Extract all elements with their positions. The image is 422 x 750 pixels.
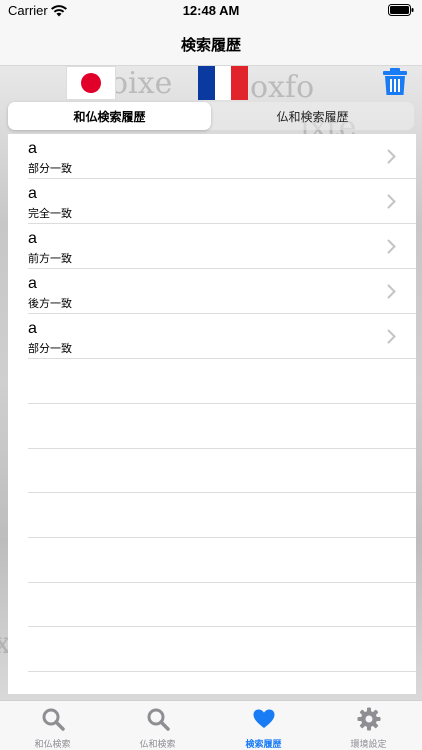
- history-row[interactable]: a 前方一致: [8, 224, 416, 269]
- tab-settings[interactable]: 環境設定: [316, 701, 421, 750]
- segment-jp-fr-history[interactable]: 和仏検索履歴: [8, 102, 211, 130]
- segment-fr-jp-history[interactable]: 仏和検索履歴: [211, 102, 414, 130]
- empty-row-separator: [28, 492, 416, 493]
- empty-row-separator: [28, 537, 416, 538]
- chevron-right-icon: [387, 284, 396, 299]
- history-segmented-control: 和仏検索履歴 仏和検索履歴: [8, 102, 414, 130]
- empty-row-separator: [28, 671, 416, 672]
- empty-row-separator: [28, 403, 416, 404]
- search-icon: [42, 708, 65, 731]
- tab-label: 仏和検索: [139, 740, 176, 750]
- history-match-mode: 完全一致: [28, 207, 72, 220]
- search-icon: [147, 708, 170, 731]
- history-row[interactable]: a 完全一致: [8, 179, 416, 224]
- chevron-right-icon: [387, 194, 396, 209]
- status-bar: Carrier 12:48 AM: [0, 0, 422, 24]
- history-term: a: [28, 275, 37, 292]
- history-match-mode: 部分一致: [28, 162, 72, 175]
- battery-icon: [388, 4, 414, 16]
- navigation-bar: 検索履歴: [0, 24, 422, 66]
- japan-flag-icon: [66, 66, 116, 100]
- history-match-mode: 後方一致: [28, 297, 72, 310]
- chevron-right-icon: [387, 149, 396, 164]
- background-word: oixe: [110, 66, 173, 101]
- gear-icon: [357, 707, 381, 731]
- tab-bar: 和仏検索 仏和検索 検索履歴 環境設定: [0, 700, 422, 750]
- history-match-mode: 前方一致: [28, 252, 72, 265]
- history-term: a: [28, 230, 37, 247]
- tab-search-history[interactable]: 検索履歴: [211, 701, 316, 750]
- status-time: 12:48 AM: [182, 3, 240, 18]
- page-title: 検索履歴: [180, 36, 241, 54]
- history-row[interactable]: a 後方一致: [8, 269, 416, 314]
- chevron-right-icon: [387, 239, 396, 254]
- france-flag-icon: [198, 66, 248, 100]
- tab-label: 和仏検索: [34, 740, 71, 750]
- empty-row-separator: [28, 448, 416, 449]
- history-list: a 部分一致 a 完全一致 a 前方一致 a 後方一致 a 部分一致: [8, 134, 416, 694]
- history-term: a: [28, 140, 37, 157]
- empty-row-separator: [28, 626, 416, 627]
- empty-row-separator: [28, 582, 416, 583]
- trash-icon: [383, 68, 407, 95]
- history-row[interactable]: a 部分一致: [8, 314, 416, 359]
- tab-jp-fr-search[interactable]: 和仏検索: [0, 701, 105, 750]
- history-row[interactable]: a 部分一致: [8, 134, 416, 179]
- history-term: a: [28, 320, 37, 337]
- delete-history-button[interactable]: [382, 68, 408, 96]
- background-word: oxfo: [250, 70, 315, 105]
- heart-icon: [253, 709, 275, 728]
- tab-label: 検索履歴: [245, 740, 282, 750]
- tab-fr-jp-search[interactable]: 仏和検索: [105, 701, 210, 750]
- history-match-mode: 部分一致: [28, 342, 72, 355]
- tab-label: 環境設定: [350, 740, 387, 750]
- chevron-right-icon: [387, 329, 396, 344]
- history-term: a: [28, 185, 37, 202]
